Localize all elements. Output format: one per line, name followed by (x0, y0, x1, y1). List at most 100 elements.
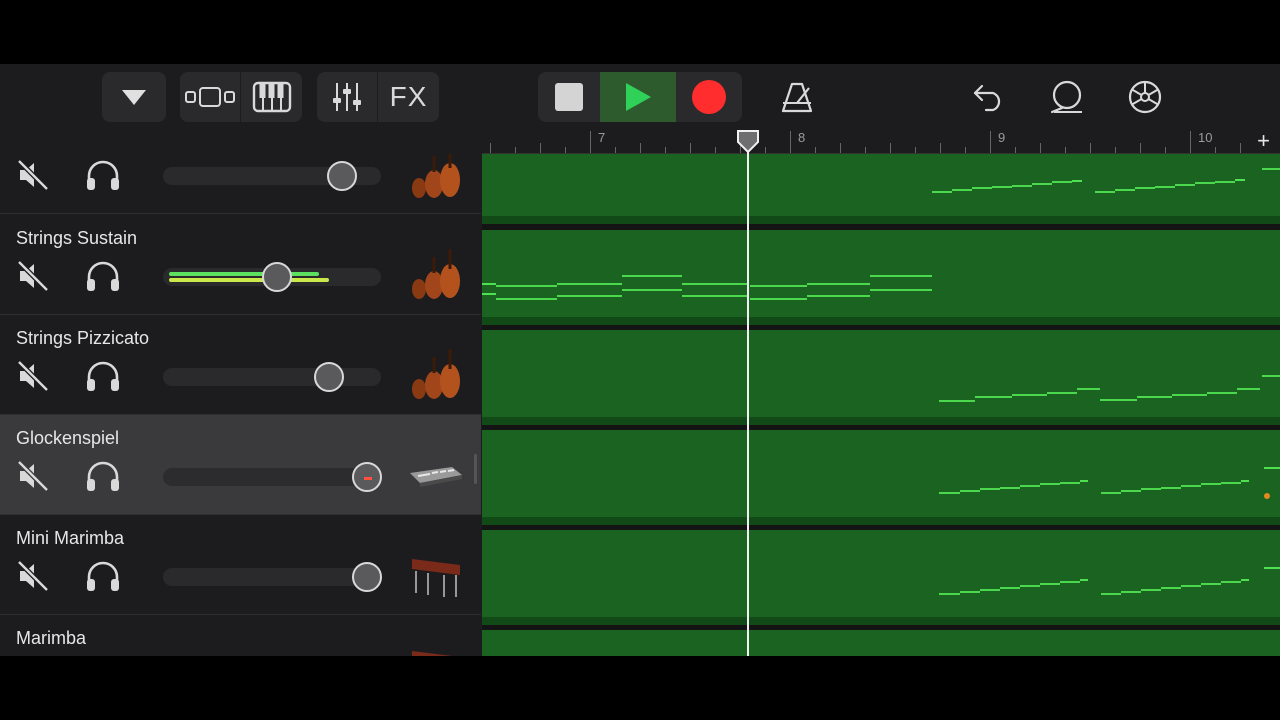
gear-icon (1128, 80, 1162, 114)
marimba-icon (412, 651, 452, 656)
ruler-tick (715, 147, 716, 153)
headphones-icon[interactable] (84, 259, 122, 293)
strings-icon (412, 349, 460, 399)
stop-icon (555, 83, 583, 111)
my-songs-button[interactable] (102, 72, 166, 122)
loop-icon (1050, 80, 1082, 114)
add-section-button[interactable]: + (1257, 128, 1270, 154)
bar-number: 8 (798, 130, 806, 145)
tracks-area[interactable] (482, 154, 1280, 656)
clip-indicator (364, 477, 372, 480)
ruler-tick (1190, 131, 1191, 153)
track-name: Mini Marimba (16, 528, 125, 548)
volume-slider[interactable] (163, 262, 381, 292)
ruler-tick (915, 147, 916, 153)
scroll-indicator[interactable] (474, 454, 477, 484)
mute-icon[interactable] (16, 559, 50, 593)
volume-slider[interactable] (163, 462, 382, 492)
ruler-tick (1090, 143, 1091, 153)
browser-menu-group (102, 72, 166, 122)
bar-number: 10 (1198, 130, 1213, 145)
play-button[interactable] (600, 72, 676, 122)
ruler-tick (515, 147, 516, 153)
midi-notes (482, 168, 1280, 595)
track-header[interactable] (0, 154, 481, 214)
volume-knob[interactable] (352, 462, 382, 492)
level-meter (169, 272, 319, 276)
track-header[interactable]: Strings Sustain (0, 215, 481, 315)
mute-icon[interactable] (16, 158, 50, 192)
mute-icon[interactable] (16, 459, 50, 493)
ruler-tick (1040, 143, 1041, 153)
undo-icon (973, 84, 1001, 112)
ruler-tick (665, 147, 666, 153)
loop-browser-button[interactable] (1044, 72, 1090, 122)
ruler-tick (865, 147, 866, 153)
headphones-icon[interactable] (84, 559, 122, 593)
keyboard-view-button[interactable] (241, 72, 302, 122)
track-header[interactable]: Strings Pizzicato (0, 315, 481, 415)
metronome-button[interactable] (774, 72, 820, 122)
track-headers: Strings Sustain Strings Pizzicato Glocke… (0, 154, 481, 656)
letterbox-bottom (0, 656, 1280, 720)
volume-slider[interactable] (163, 562, 382, 592)
fx-button[interactable]: FX (378, 72, 439, 122)
track-name: Glockenspiel (16, 428, 120, 448)
ruler-tick (615, 147, 616, 153)
volume-knob[interactable] (327, 161, 357, 191)
strings-icon (412, 154, 460, 198)
ruler-tick (790, 131, 791, 153)
ruler-tick (1115, 147, 1116, 153)
record-button[interactable] (676, 72, 742, 122)
timeline-ruler[interactable]: 7 8 9 10 + (482, 128, 1280, 154)
browser-view-icon (185, 87, 235, 107)
volume-slider[interactable] (163, 161, 381, 191)
playhead[interactable] (747, 134, 749, 656)
volume-slider[interactable] (163, 362, 381, 392)
track-header-selected[interactable]: Glockenspiel (0, 415, 481, 515)
metronome-icon (781, 82, 813, 113)
volume-knob[interactable] (314, 362, 344, 392)
ruler-tick (690, 143, 691, 153)
track-header[interactable]: Mini Marimba (0, 515, 481, 615)
ruler-tick (540, 143, 541, 153)
ruler-tick (590, 131, 591, 153)
play-icon (626, 83, 651, 111)
record-icon (692, 80, 726, 114)
volume-knob[interactable] (262, 262, 292, 292)
ruler-tick (1165, 147, 1166, 153)
transport-group (538, 72, 742, 122)
settings-button[interactable] (1122, 72, 1168, 122)
mute-icon[interactable] (16, 259, 50, 293)
fx-label: FX (389, 81, 428, 112)
track-header[interactable]: Marimba (0, 615, 481, 656)
ruler-tick (640, 143, 641, 153)
playhead-handle[interactable] (737, 130, 759, 154)
ruler-tick (1215, 147, 1216, 153)
headphones-icon[interactable] (84, 459, 122, 493)
ruler-tick (990, 131, 991, 153)
volume-knob[interactable] (352, 562, 382, 592)
ruler-tick (1240, 143, 1241, 153)
ruler-tick (940, 143, 941, 153)
ruler-tick (1015, 147, 1016, 153)
ruler-tick (1140, 143, 1141, 153)
stop-button[interactable] (538, 72, 600, 122)
ruler-tick (765, 147, 766, 153)
undo-button[interactable] (966, 72, 1012, 122)
piano-keys-icon (252, 81, 291, 113)
mute-icon[interactable] (16, 359, 50, 393)
toolbar: FX (0, 64, 1280, 130)
browser-view-button[interactable] (180, 72, 240, 122)
headphones-icon[interactable] (84, 158, 122, 192)
track-name: Marimba (16, 628, 87, 648)
garageband-tracks-view: FX 7 8 9 10 + Strings Sustain Strings Pi… (0, 64, 1280, 656)
headphones-icon[interactable] (84, 359, 122, 393)
ruler-tick (1065, 147, 1066, 153)
level-meter (169, 278, 329, 282)
triangle-down-icon (122, 90, 146, 105)
mixer-button[interactable] (317, 72, 377, 122)
ruler-tick (490, 143, 491, 153)
letterbox-top (0, 0, 1280, 64)
strings-icon (412, 249, 460, 299)
